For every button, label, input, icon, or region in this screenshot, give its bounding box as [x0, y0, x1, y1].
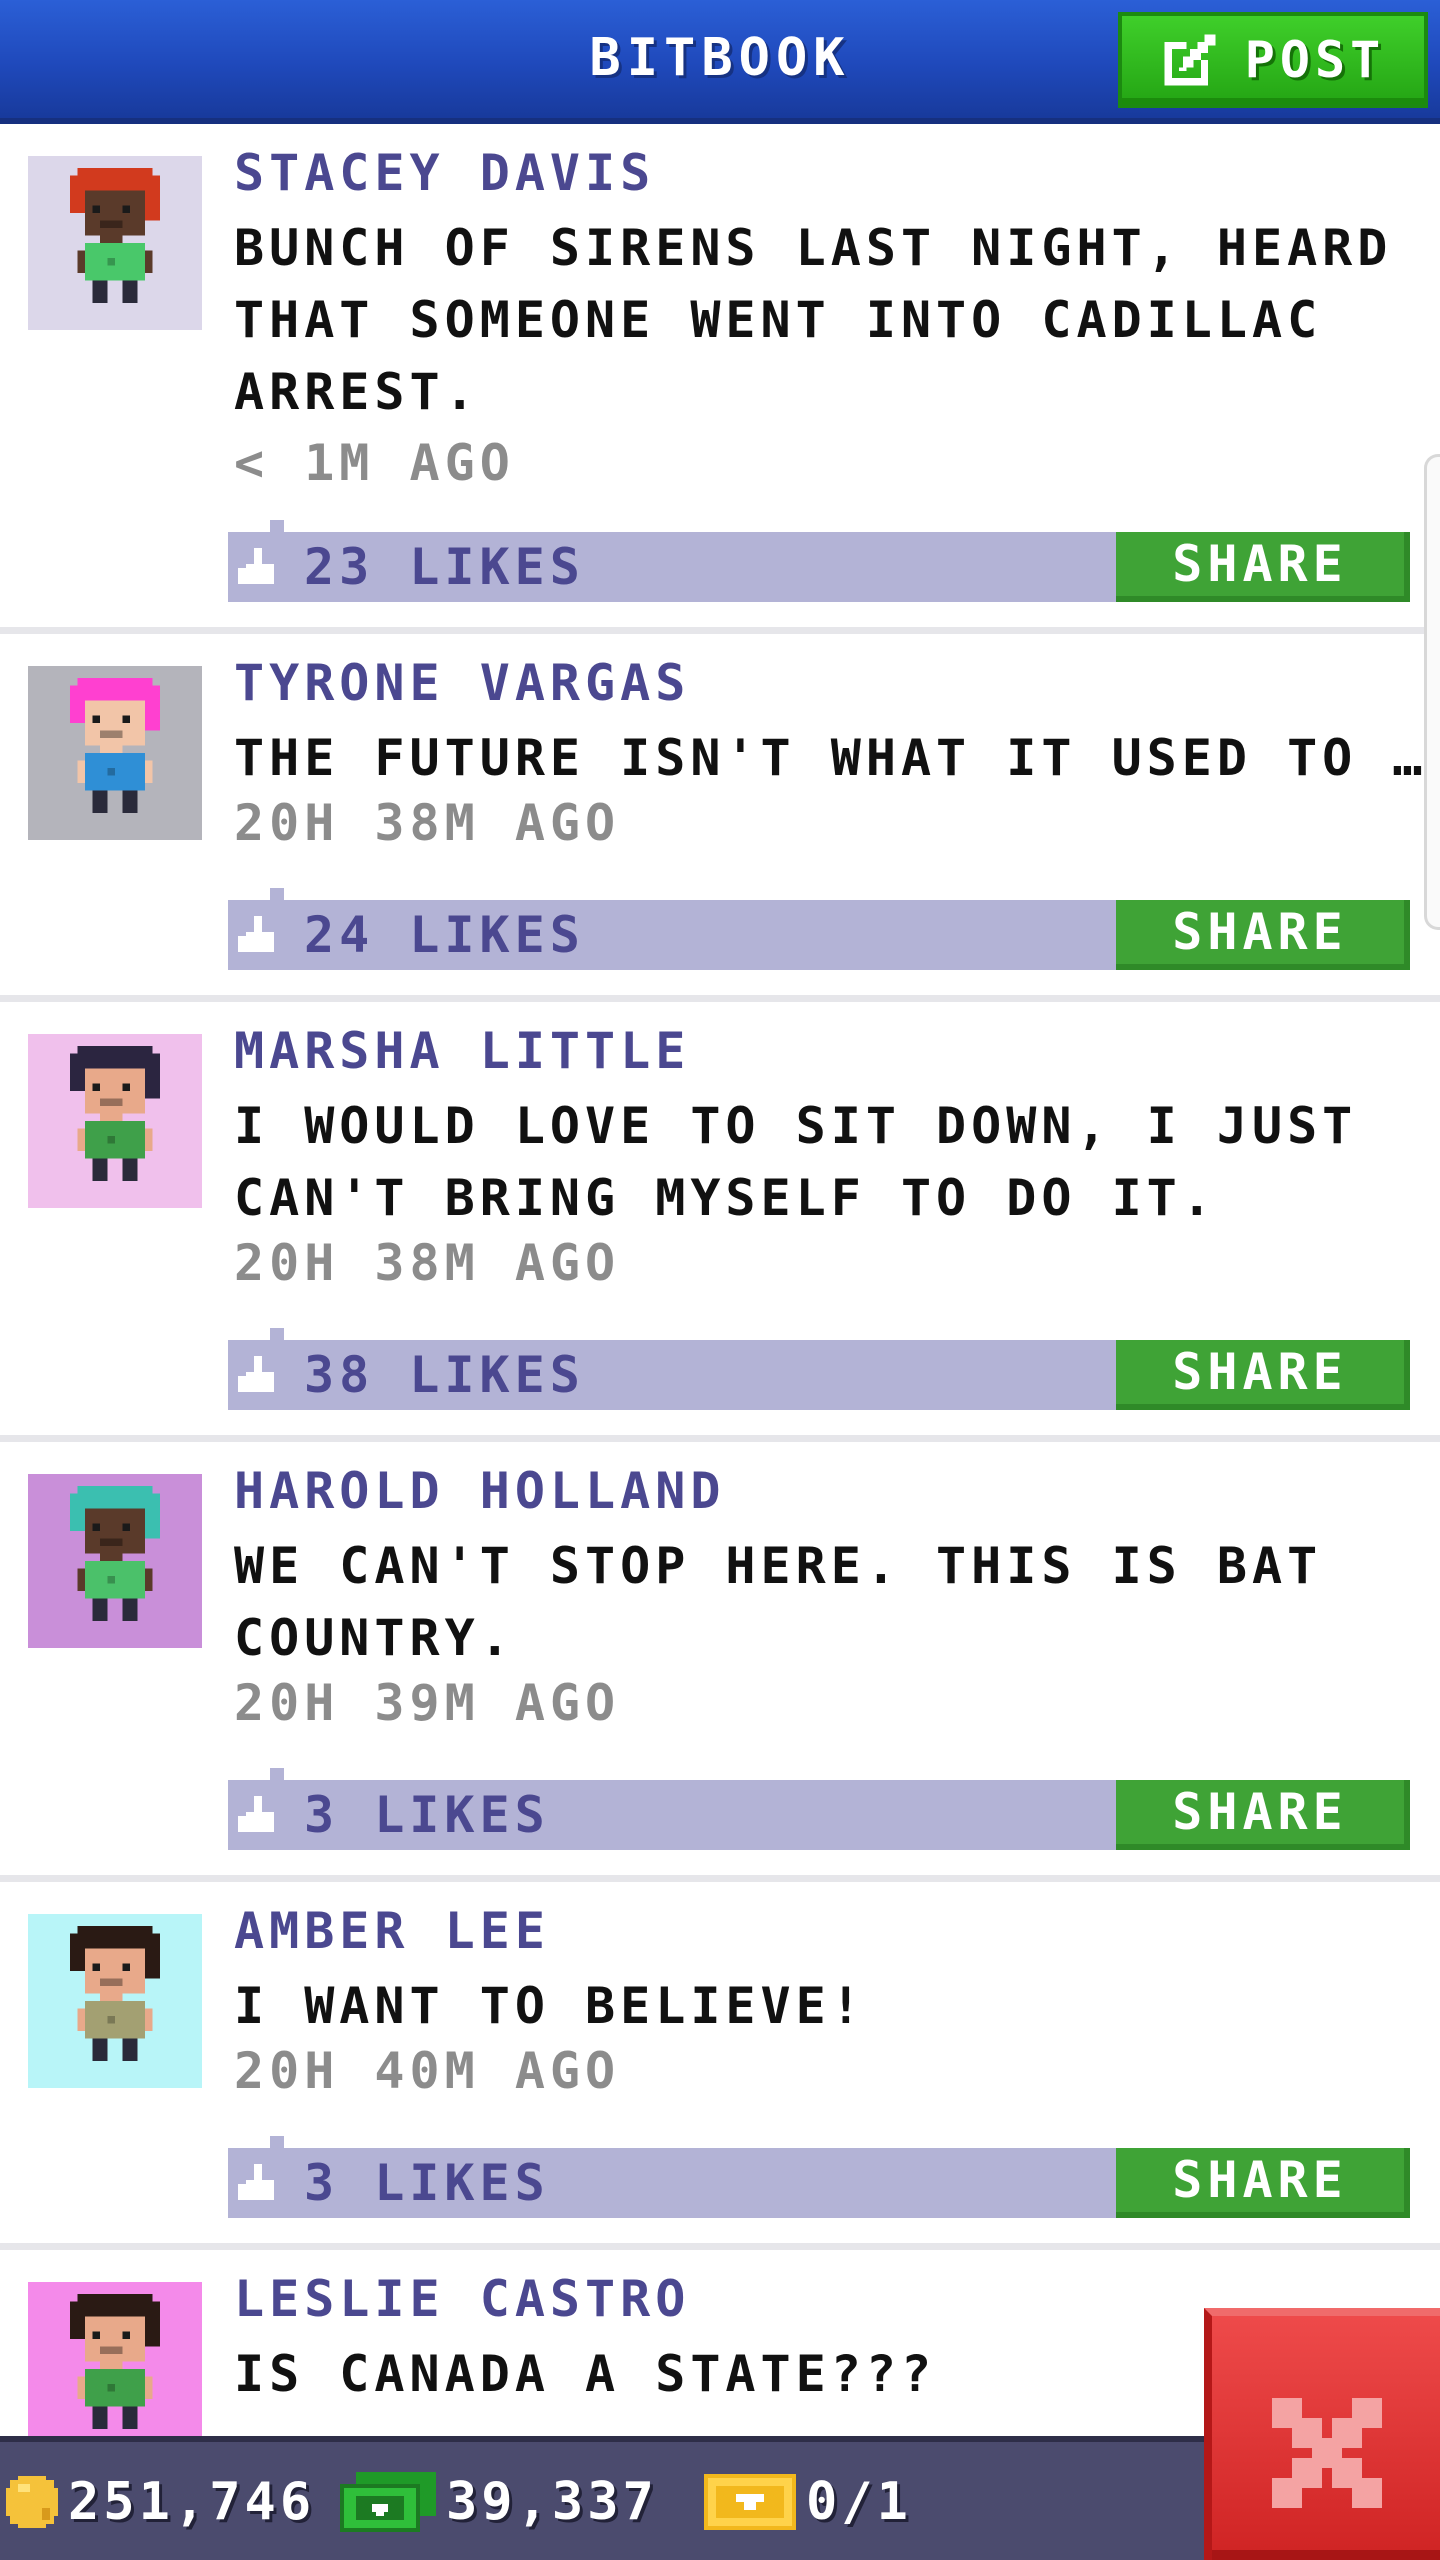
tickets-value: 0/1: [806, 2472, 912, 2532]
like-count: 24 LIKES: [304, 906, 585, 964]
post-message: BUNCH OF SIRENS LAST NIGHT, HEARD THAT S…: [234, 219, 1393, 421]
person-sprite: [70, 2294, 160, 2429]
thumbs-up-icon: [238, 1796, 278, 1836]
like-count: 38 LIKES: [304, 1346, 585, 1404]
post-message: THE FUTURE ISN'T WHAT IT USED TO BE...: [234, 729, 1424, 787]
coin-icon: [6, 2476, 58, 2528]
post-time: 20H 39M AGO: [234, 1674, 621, 1732]
post-time: 20H 40M AGO: [234, 2042, 621, 2100]
like-count: 23 LIKES: [304, 538, 585, 596]
post-author[interactable]: LESLIE CASTRO: [234, 2270, 690, 2328]
post-author[interactable]: HAROLD HOLLAND: [234, 1462, 725, 1520]
post-time: 20H 38M AGO: [234, 794, 621, 852]
feed-post: TYRONE VARGAS THE FUTURE ISN'T WHAT IT U…: [0, 634, 1440, 1002]
person-sprite: [70, 1046, 160, 1181]
avatar[interactable]: [28, 666, 202, 840]
avatar[interactable]: [28, 1034, 202, 1208]
share-button[interactable]: SHARE: [1116, 2148, 1410, 2218]
share-button[interactable]: SHARE: [1116, 532, 1410, 602]
person-sprite: [70, 168, 160, 303]
like-bar[interactable]: 23 LIKES SHARE: [228, 520, 1410, 602]
thumbs-up-icon: [238, 548, 278, 588]
close-icon: [1272, 2398, 1382, 2508]
post-author[interactable]: AMBER LEE: [234, 1902, 550, 1960]
thumbs-up-icon: [238, 2164, 278, 2204]
post-time: < 1M AGO: [234, 434, 515, 492]
person-sprite: [70, 1486, 160, 1621]
post-author[interactable]: MARSHA LITTLE: [234, 1022, 690, 1080]
post-time: 20H 38M AGO: [234, 1234, 621, 1292]
avatar[interactable]: [28, 2282, 202, 2436]
tickets-stat: 0/1: [704, 2470, 912, 2534]
share-button[interactable]: SHARE: [1116, 1780, 1410, 1850]
coins-value: 251,746: [68, 2472, 316, 2532]
pen-square-icon: [1161, 31, 1219, 89]
post-message: WE CAN'T STOP HERE. THIS IS BAT COUNTRY.: [234, 1537, 1323, 1667]
post-author[interactable]: STACEY DAVIS: [234, 144, 655, 202]
like-count: 3 LIKES: [304, 1786, 550, 1844]
scroll-indicator[interactable]: [1424, 454, 1440, 930]
share-button[interactable]: SHARE: [1116, 1340, 1410, 1410]
share-button[interactable]: SHARE: [1116, 900, 1410, 970]
thumbs-up-icon: [238, 1356, 278, 1396]
top-bar: BITBOOK POST: [0, 0, 1440, 124]
ticket-icon: [704, 2474, 796, 2530]
like-bar[interactable]: 24 LIKES SHARE: [228, 888, 1410, 970]
bux-stat: 39,337: [340, 2470, 658, 2534]
like-bar[interactable]: 38 LIKES SHARE: [228, 1328, 1410, 1410]
thumbs-up-icon: [238, 916, 278, 956]
like-bar[interactable]: 3 LIKES SHARE: [228, 2136, 1410, 2218]
post-author[interactable]: TYRONE VARGAS: [234, 654, 690, 712]
like-count: 3 LIKES: [304, 2154, 550, 2212]
person-sprite: [70, 1926, 160, 2061]
feed-post: MARSHA LITTLE I WOULD LOVE TO SIT DOWN, …: [0, 1002, 1440, 1442]
post-button-label: POST: [1244, 31, 1386, 89]
bux-icon: [340, 2472, 436, 2532]
feed[interactable]: STACEY DAVIS BUNCH OF SIRENS LAST NIGHT,…: [0, 124, 1440, 2436]
like-bar[interactable]: 3 LIKES SHARE: [228, 1768, 1410, 1850]
person-sprite: [70, 678, 160, 813]
feed-post: AMBER LEE I WANT TO BELIEVE! 20H 40M AGO…: [0, 1882, 1440, 2250]
post-message: I WANT TO BELIEVE!: [234, 1977, 866, 2035]
post-message: I WOULD LOVE TO SIT DOWN, I JUST CAN'T B…: [234, 1097, 1358, 1227]
feed-post: STACEY DAVIS BUNCH OF SIRENS LAST NIGHT,…: [0, 124, 1440, 634]
feed-post: HAROLD HOLLAND WE CAN'T STOP HERE. THIS …: [0, 1442, 1440, 1882]
close-button[interactable]: [1204, 2308, 1440, 2560]
coins-stat: 251,746: [6, 2470, 315, 2534]
bux-value: 39,337: [446, 2472, 658, 2532]
post-button[interactable]: POST: [1118, 12, 1428, 108]
avatar[interactable]: [28, 1914, 202, 2088]
avatar[interactable]: [28, 156, 202, 330]
avatar[interactable]: [28, 1474, 202, 1648]
